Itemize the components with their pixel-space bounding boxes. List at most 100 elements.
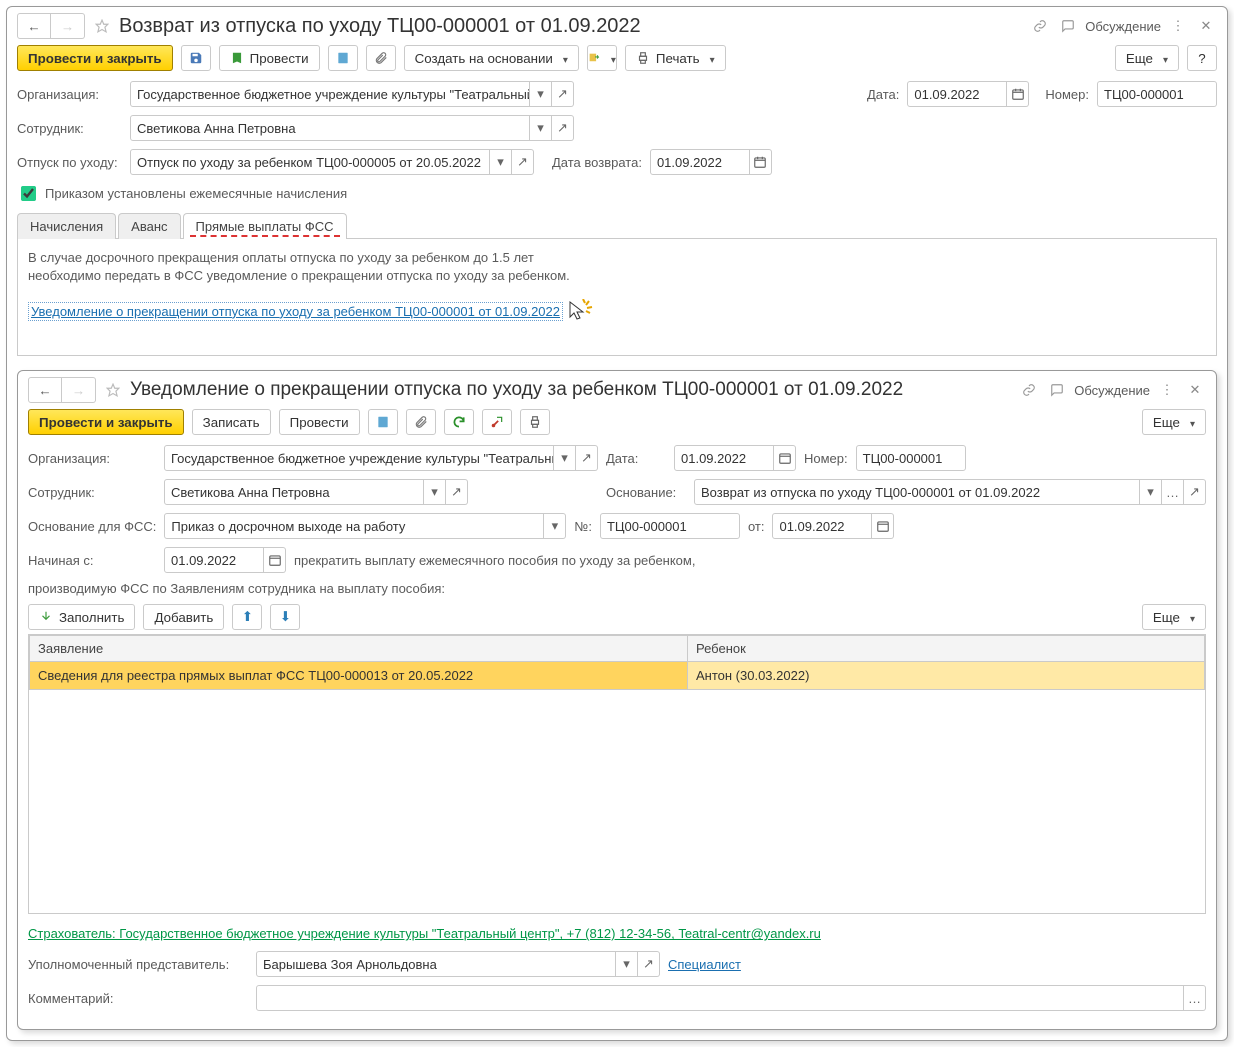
close-icon[interactable]: ✕	[1184, 379, 1206, 401]
dropdown-icon[interactable]: ▾	[544, 513, 566, 539]
move-down-button[interactable]: ⬇	[270, 604, 300, 630]
ellipsis-icon[interactable]: …	[1162, 479, 1184, 505]
org-input[interactable]: Государственное бюджетное учреждение кул…	[130, 81, 530, 107]
col-application[interactable]: Заявление	[30, 636, 688, 662]
reset-button[interactable]	[482, 409, 512, 435]
open-icon[interactable]: ↗	[576, 445, 598, 471]
date-input[interactable]: 01.09.2022	[674, 445, 774, 471]
attach-button[interactable]	[406, 409, 436, 435]
emp-input[interactable]: Светикова Анна Петровна	[130, 115, 530, 141]
open-icon[interactable]: ↗	[512, 149, 534, 175]
basis-fss-input[interactable]: Приказ о досрочном выходе на работу	[164, 513, 544, 539]
report-button[interactable]	[328, 45, 358, 71]
window1-tabs: Начисления Аванс Прямые выплаты ФСС	[17, 212, 1217, 239]
comment-input[interactable]	[256, 985, 1184, 1011]
report-button[interactable]	[368, 409, 398, 435]
star-icon[interactable]	[102, 379, 124, 401]
print-button[interactable]	[520, 409, 550, 435]
move-up-button[interactable]: ⬆	[232, 604, 262, 630]
kebab-icon[interactable]: ⋮	[1167, 15, 1189, 37]
dropdown-icon[interactable]: ▾	[616, 951, 638, 977]
date-input[interactable]: 01.09.2022	[907, 81, 1007, 107]
window2-title: Уведомление о прекращении отпуска по ухо…	[130, 379, 903, 401]
starting-input[interactable]: 01.09.2022	[164, 547, 264, 573]
date-label: Дата:	[606, 451, 666, 466]
post-close-button[interactable]: Провести и закрыть	[17, 45, 173, 71]
col-child[interactable]: Ребенок	[688, 636, 1205, 662]
link-icon[interactable]	[1018, 379, 1040, 401]
monthly-checkbox-input[interactable]	[21, 186, 36, 201]
create-based-button[interactable]: Создать на основании	[404, 45, 579, 71]
help-button[interactable]: ?	[1187, 45, 1217, 71]
dropdown-icon[interactable]: ▾	[424, 479, 446, 505]
info-line2: необходимо передать в ФСС уведомление о …	[28, 267, 1206, 285]
ellipsis-icon[interactable]: …	[1184, 985, 1206, 1011]
post-button[interactable]: Провести	[279, 409, 360, 435]
repr-input[interactable]: Барышева Зоя Арнольдовна	[256, 951, 616, 977]
from-input[interactable]: 01.09.2022	[772, 513, 872, 539]
dropdown-icon[interactable]: ▾	[554, 445, 576, 471]
tab-fss-direct[interactable]: Прямые выплаты ФСС	[183, 213, 347, 239]
number-input[interactable]: ТЦ00-000001	[856, 445, 966, 471]
cell-child[interactable]: Антон (30.03.2022)	[688, 662, 1205, 690]
stop-text: прекратить выплату ежемесячного пособия …	[294, 553, 695, 568]
save-button[interactable]: Записать	[192, 409, 271, 435]
refresh-button[interactable]	[444, 409, 474, 435]
calendar-icon[interactable]	[774, 445, 796, 471]
open-icon[interactable]: ↗	[552, 115, 574, 141]
leave-input[interactable]: Отпуск по уходу за ребенком ТЦ00-000005 …	[130, 149, 490, 175]
calendar-icon[interactable]	[264, 547, 286, 573]
monthly-checkbox[interactable]: Приказом установлены ежемесячные начисле…	[17, 183, 347, 204]
more-button[interactable]: Еще	[1115, 45, 1179, 71]
dropdown-icon[interactable]: ▾	[530, 115, 552, 141]
notification-link[interactable]: Уведомление о прекращении отпуска по ухо…	[28, 302, 563, 321]
print-button[interactable]: Печать	[625, 45, 726, 71]
open-icon[interactable]: ↗	[446, 479, 468, 505]
basis-fss-label: Основание для ФСС:	[28, 519, 156, 534]
fill-button[interactable]: Заполнить	[28, 604, 135, 630]
open-icon[interactable]: ↗	[1184, 479, 1206, 505]
add-button[interactable]: Добавить	[143, 604, 224, 630]
discussion-label[interactable]: Обсуждение	[1074, 383, 1150, 398]
save-button[interactable]	[181, 45, 211, 71]
close-icon[interactable]: ✕	[1195, 15, 1217, 37]
open-icon[interactable]: ↗	[638, 951, 660, 977]
dropdown-icon[interactable]: ▾	[1140, 479, 1162, 505]
nav-back-button[interactable]: ←	[28, 377, 62, 403]
table-row[interactable]: Сведения для реестра прямых выплат ФСС Т…	[30, 662, 1205, 690]
emp-input[interactable]: Светикова Анна Петровна	[164, 479, 424, 505]
calendar-icon[interactable]	[750, 149, 772, 175]
org-input[interactable]: Государственное бюджетное учреждение кул…	[164, 445, 554, 471]
dropdown-icon[interactable]: ▾	[530, 81, 552, 107]
cell-application[interactable]: Сведения для реестра прямых выплат ФСС Т…	[30, 662, 688, 690]
attach-button[interactable]	[366, 45, 396, 71]
link-icon[interactable]	[1029, 15, 1051, 37]
discussion-label[interactable]: Обсуждение	[1085, 19, 1161, 34]
post-close-button[interactable]: Провести и закрыть	[28, 409, 184, 435]
return-date-input[interactable]: 01.09.2022	[650, 149, 750, 175]
calendar-icon[interactable]	[1007, 81, 1029, 107]
org-label: Организация:	[28, 451, 156, 466]
dropdown-icon[interactable]: ▾	[490, 149, 512, 175]
number-input[interactable]: ТЦ00-000001	[1097, 81, 1217, 107]
kebab-icon[interactable]: ⋮	[1156, 379, 1178, 401]
insurer-link[interactable]: Страхователь: Государственное бюджетное …	[28, 926, 821, 941]
more-button[interactable]: Еще	[1142, 604, 1206, 630]
tab-accruals[interactable]: Начисления	[17, 213, 116, 239]
calendar-icon[interactable]	[872, 513, 894, 539]
nav-fwd-button[interactable]: →	[62, 377, 96, 403]
basis-input[interactable]: Возврат из отпуска по уходу ТЦ00-000001 …	[694, 479, 1140, 505]
tab-advance[interactable]: Аванс	[118, 213, 180, 239]
export-button[interactable]	[587, 45, 617, 71]
repr-label: Уполномоченный представитель:	[28, 957, 248, 972]
open-icon[interactable]: ↗	[552, 81, 574, 107]
nav-fwd-button[interactable]: →	[51, 13, 85, 39]
specialist-link[interactable]: Специалист	[668, 957, 741, 972]
star-icon[interactable]	[91, 15, 113, 37]
chat-icon[interactable]	[1057, 15, 1079, 37]
no-input[interactable]: ТЦ00-000001	[600, 513, 740, 539]
nav-back-button[interactable]: ←	[17, 13, 51, 39]
post-button[interactable]: Провести	[219, 45, 320, 71]
more-button[interactable]: Еще	[1142, 409, 1206, 435]
chat-icon[interactable]	[1046, 379, 1068, 401]
